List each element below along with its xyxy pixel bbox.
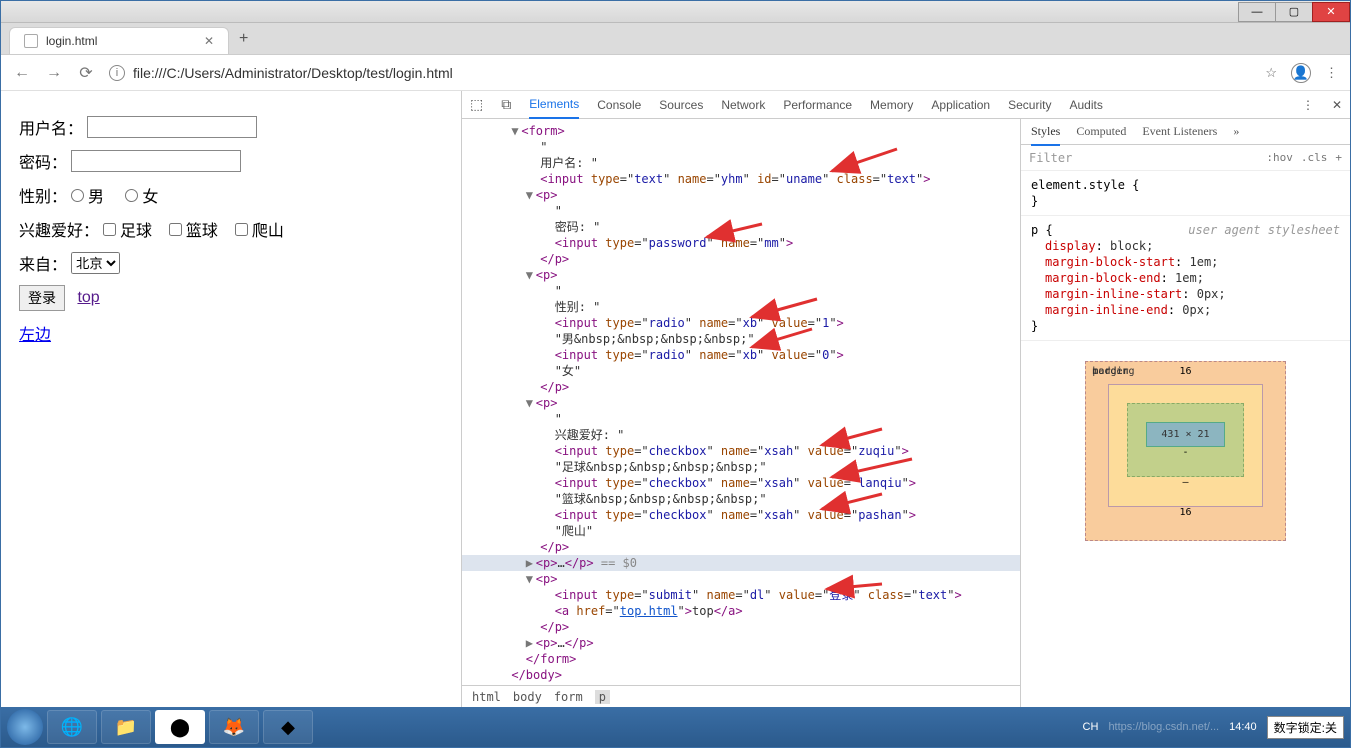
gender-female-radio[interactable] <box>125 189 138 202</box>
devtools-menu-icon[interactable]: ⋮ <box>1302 98 1314 112</box>
page-content: 用户名： 密码： 性别： 男 女 兴趣爱好： 足球 篮球 爬山 来自： 北京 登… <box>1 91 461 707</box>
tab-application[interactable]: Application <box>931 98 990 112</box>
filter-input[interactable]: Filter <box>1029 151 1266 165</box>
minimize-button[interactable]: — <box>1238 2 1276 22</box>
url-text: file:///C:/Users/Administrator/Desktop/t… <box>133 65 453 81</box>
tab-computed[interactable]: Computed <box>1076 124 1126 139</box>
tab-security[interactable]: Security <box>1008 98 1051 112</box>
tab-styles[interactable]: Styles <box>1031 124 1060 146</box>
elements-tree[interactable]: ▼<form> " 用户名: " <input type="text" name… <box>462 119 1020 685</box>
taskbar-eclipse[interactable]: ◆ <box>263 710 313 744</box>
forward-icon[interactable]: → <box>45 64 63 82</box>
watermark: https://blog.csdn.net/... <box>1108 721 1219 733</box>
tab-elements[interactable]: Elements <box>529 97 579 119</box>
submit-button[interactable]: 登录 <box>19 285 65 311</box>
from-select[interactable]: 北京 <box>71 252 120 274</box>
taskbar[interactable]: 🌐 📁 ⬤ 🦊 ◆ CH https://blog.csdn.net/... 1… <box>1 707 1350 747</box>
tab-strip: login.html ✕ + <box>1 23 1350 55</box>
tab-console[interactable]: Console <box>597 98 641 112</box>
breadcrumbs[interactable]: html body form p <box>462 685 1020 707</box>
from-label: 来自： <box>19 251 67 275</box>
tab-performance[interactable]: Performance <box>783 98 852 112</box>
element-style[interactable]: element.style { } <box>1021 171 1350 216</box>
top-link[interactable]: top <box>77 289 99 307</box>
gender-male-radio[interactable] <box>71 189 84 202</box>
page-icon <box>24 34 38 48</box>
close-button[interactable]: ✕ <box>1312 2 1350 22</box>
taskbar-explorer[interactable]: 📁 <box>101 710 151 744</box>
reload-icon[interactable]: ⟳ <box>77 63 95 83</box>
more-icon[interactable]: » <box>1233 124 1239 139</box>
tab-audits[interactable]: Audits <box>1069 98 1102 112</box>
numlock-note: 数字锁定:关 <box>1267 716 1344 739</box>
tab-network[interactable]: Network <box>721 98 765 112</box>
window-titlebar: — ▢ ✕ <box>1 1 1350 23</box>
back-icon[interactable]: ← <box>13 64 31 82</box>
tab-sources[interactable]: Sources <box>659 98 703 112</box>
box-model: margin 16 border padding 431 × 21 - – <box>1021 341 1350 561</box>
browser-tab[interactable]: login.html ✕ <box>9 27 229 54</box>
username-input[interactable] <box>87 116 257 138</box>
tab-memory[interactable]: Memory <box>870 98 913 112</box>
hobby-label: 兴趣爱好： <box>19 217 99 241</box>
tab-close-icon[interactable]: ✕ <box>204 34 214 48</box>
toolbar: ← → ⟳ i file:///C:/Users/Administrator/D… <box>1 55 1350 91</box>
tab-title: login.html <box>46 34 97 48</box>
start-button[interactable] <box>7 709 43 745</box>
devtools-tabs: ⬚ ⧉ Elements Console Sources Network Per… <box>462 91 1350 119</box>
new-tab-button[interactable]: + <box>229 24 258 54</box>
hobby-climb[interactable] <box>235 223 248 236</box>
taskbar-chrome[interactable]: ⬤ <box>155 710 205 744</box>
menu-icon[interactable]: ⋮ <box>1325 65 1338 81</box>
gender-label: 性别： <box>19 183 67 207</box>
styles-panel: Styles Computed Event Listeners » Filter… <box>1020 119 1350 707</box>
ime-indicator[interactable]: CH <box>1083 721 1099 733</box>
star-icon[interactable]: ☆ <box>1265 65 1277 81</box>
devtools-close-icon[interactable]: ✕ <box>1332 98 1342 112</box>
device-icon[interactable]: ⧉ <box>501 96 511 113</box>
hobby-basketball[interactable] <box>169 223 182 236</box>
address-bar[interactable]: i file:///C:/Users/Administrator/Desktop… <box>109 65 1251 81</box>
password-input[interactable] <box>71 150 241 172</box>
taskbar-ie[interactable]: 🌐 <box>47 710 97 744</box>
hobby-football[interactable] <box>103 223 116 236</box>
password-label: 密码： <box>19 149 67 173</box>
info-icon[interactable]: i <box>109 65 125 81</box>
inspect-icon[interactable]: ⬚ <box>470 96 483 113</box>
clock[interactable]: 14:40 <box>1229 721 1257 733</box>
maximize-button[interactable]: ▢ <box>1275 2 1313 22</box>
taskbar-firefox[interactable]: 🦊 <box>209 710 259 744</box>
profile-icon[interactable]: 👤 <box>1291 63 1311 83</box>
tab-listeners[interactable]: Event Listeners <box>1142 124 1217 139</box>
username-label: 用户名： <box>19 115 83 139</box>
ua-rule[interactable]: user agent stylesheet p { display: block… <box>1021 216 1350 341</box>
devtools: ⬚ ⧉ Elements Console Sources Network Per… <box>461 91 1350 707</box>
left-link[interactable]: 左边 <box>19 321 51 345</box>
